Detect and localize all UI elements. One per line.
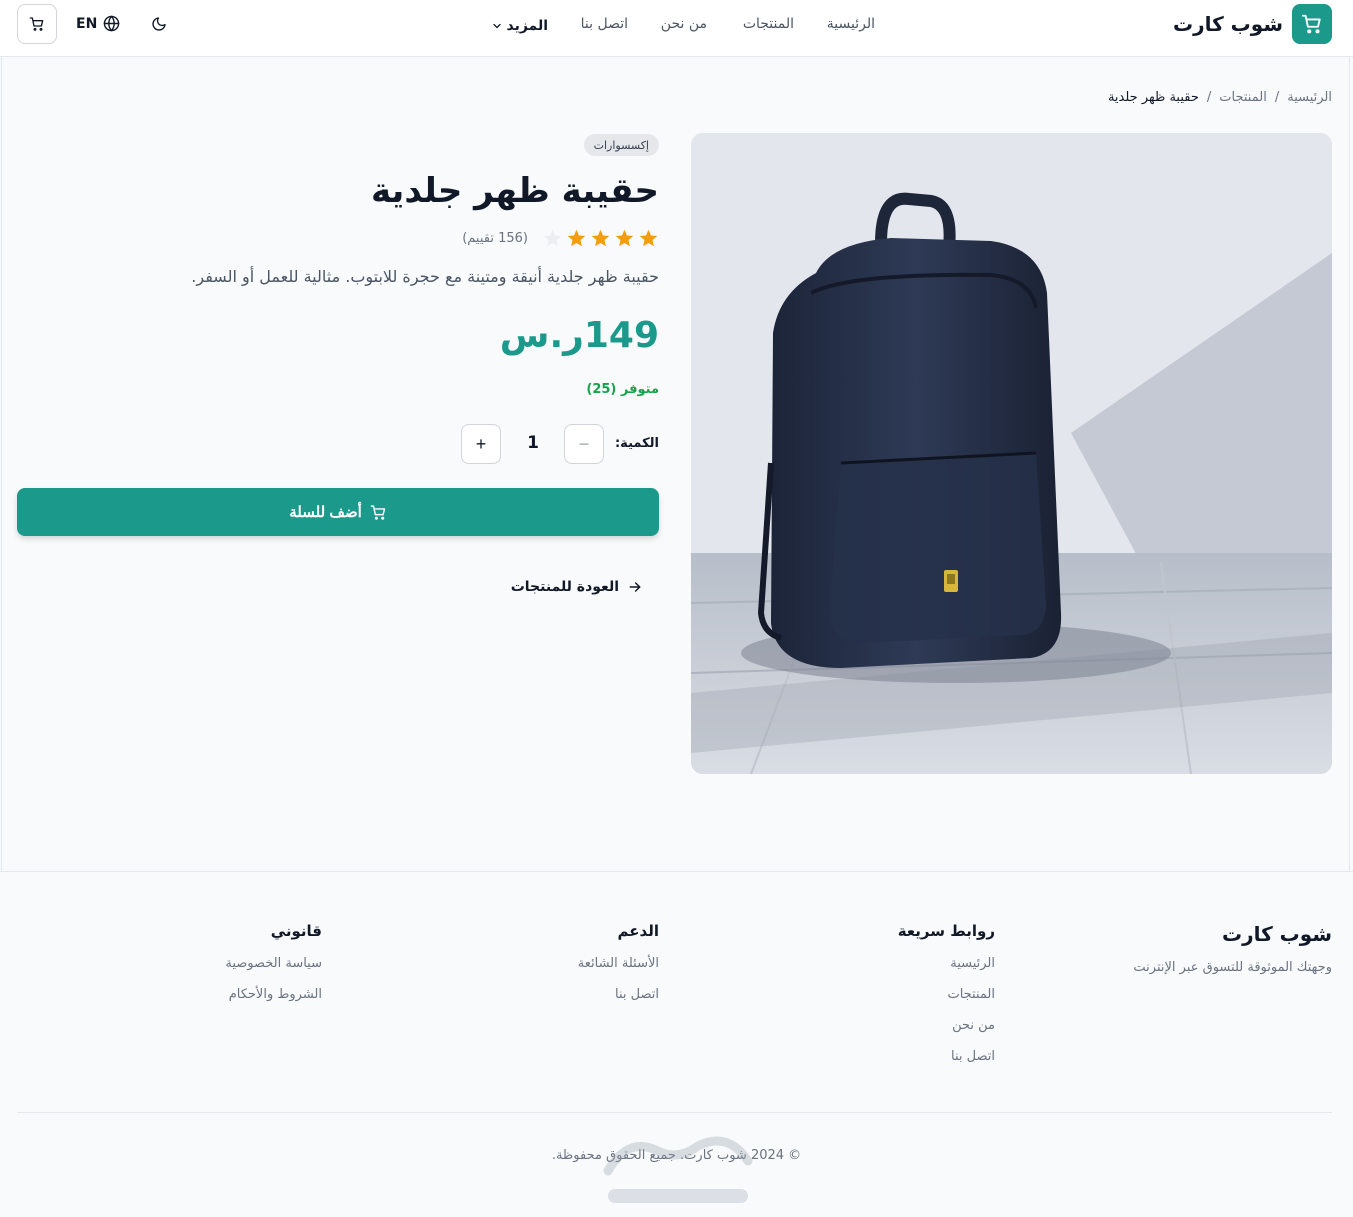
site-header: شوب كارت الرئيسية المنتجات من نحن اتصل ب… [0, 0, 1353, 57]
footer-link-privacy[interactable]: سياسة الخصوصية [225, 956, 322, 971]
product-price: 149ر.س [499, 315, 659, 356]
add-to-cart-label: أضف للسلة [289, 504, 362, 521]
watermark-logo [603, 1136, 753, 1203]
rating-stars [542, 228, 659, 249]
quantity-label: الكمية: [614, 436, 659, 451]
add-to-cart-button[interactable]: أضف للسلة [17, 488, 659, 536]
footer-heading: روابط سريعة [897, 922, 995, 940]
footer-divider [17, 1112, 1332, 1113]
star-filled-icon [567, 229, 586, 247]
breadcrumb: الرئيسية / المنتجات / حقيبة ظهر جلدية [1108, 90, 1332, 105]
cart-icon [29, 17, 44, 31]
nav-more-label: المزيد [506, 18, 549, 34]
chevron-down-icon [492, 23, 501, 29]
footer-link-products[interactable]: المنتجات [898, 987, 995, 1002]
footer-link-contact[interactable]: اتصل بنا [578, 987, 659, 1002]
cart-icon [370, 504, 385, 520]
product-description: حقيبة ظهر جلدية أنيقة ومتينة مع حجرة للا… [191, 267, 659, 286]
footer-link-contact[interactable]: اتصل بنا [898, 1049, 995, 1064]
star-filled-icon [639, 229, 658, 247]
globe-icon [103, 15, 120, 32]
star-filled-icon [591, 229, 610, 247]
arrow-right-icon [629, 582, 641, 592]
footer-tagline: وجهتك الموثوقة للتسوق عبر الإنترنت [1133, 960, 1332, 975]
header-cart-button[interactable] [17, 4, 57, 44]
quantity-value: 1 [527, 433, 539, 453]
breadcrumb-current: حقيبة ظهر جلدية [1107, 90, 1199, 105]
nav-more-dropdown[interactable]: المزيد [491, 16, 549, 36]
product-title: حقيبة ظهر جلدية [370, 171, 659, 211]
star-empty-icon [543, 229, 562, 247]
logo-icon[interactable] [1292, 4, 1332, 44]
moon-icon [152, 17, 166, 31]
theme-toggle-button[interactable] [150, 15, 168, 33]
star-filled-icon [615, 229, 634, 247]
footer-link-terms[interactable]: الشروط والأحكام [225, 987, 322, 1002]
breadcrumb-products[interactable]: المنتجات [1219, 90, 1267, 105]
nav-about[interactable]: من نحن [661, 16, 707, 36]
back-link-label: العودة للمنتجات [510, 579, 619, 595]
footer-legal: قانوني سياسة الخصوصية الشروط والأحكام [225, 922, 322, 1002]
back-to-products-link[interactable]: العودة للمنتجات [511, 579, 643, 595]
footer-support: الدعم الأسئلة الشائعة اتصل بنا [578, 922, 659, 1002]
footer-brand: شوب كارت وجهتك الموثوقة للتسوق عبر الإنت… [1133, 922, 1332, 975]
breadcrumb-home[interactable]: الرئيسية [1287, 90, 1332, 105]
nav-contact[interactable]: اتصل بنا [581, 16, 628, 36]
quantity-decrease-button[interactable]: − [564, 424, 604, 464]
category-badge[interactable]: إكسسوارات [583, 134, 659, 156]
logo-text[interactable]: شوب كارت [1173, 12, 1283, 36]
footer-link-faq[interactable]: الأسئلة الشائعة [578, 956, 659, 971]
product-image [691, 133, 1332, 774]
footer-brand-title: شوب كارت [1221, 922, 1332, 946]
footer-link-home[interactable]: الرئيسية [898, 956, 995, 971]
language-switcher[interactable]: EN [76, 15, 120, 32]
footer-link-about[interactable]: من نحن [898, 1018, 995, 1033]
footer-heading: الدعم [617, 922, 659, 940]
quantity-increase-button[interactable]: + [461, 424, 501, 464]
breadcrumb-separator: / [1206, 90, 1212, 105]
language-label: EN [76, 15, 98, 32]
breadcrumb-separator: / [1274, 90, 1280, 105]
review-count: (156 تقييم) [462, 231, 528, 246]
nav-products[interactable]: المنتجات [743, 16, 794, 36]
nav-home[interactable]: الرئيسية [827, 16, 875, 36]
stock-status: متوفر (25) [586, 382, 659, 397]
product-rating: (156 تقييم) [462, 228, 659, 249]
footer-quick-links: روابط سريعة الرئيسية المنتجات من نحن اتص… [898, 922, 995, 1064]
footer-heading: قانوني [270, 922, 322, 940]
